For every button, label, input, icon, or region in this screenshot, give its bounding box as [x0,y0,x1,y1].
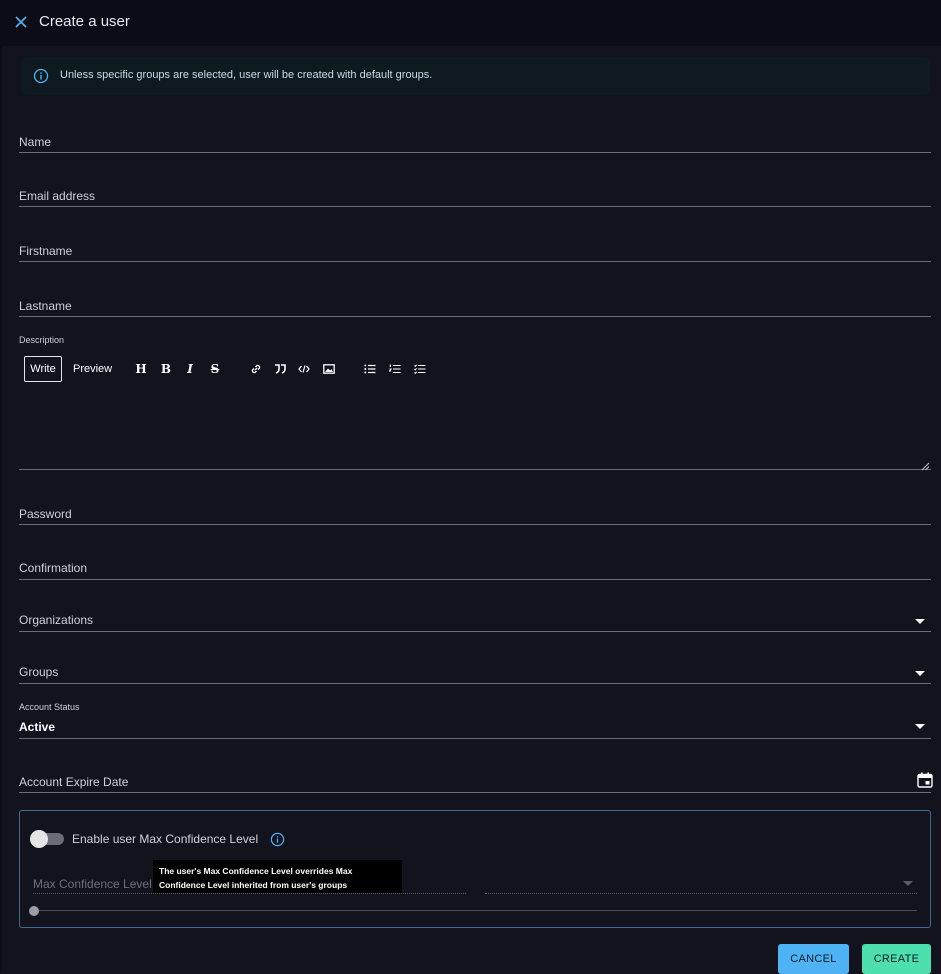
cancel-button[interactable]: CANCEL [778,944,849,974]
max-confidence-label: Max Confidence Level [33,877,152,891]
organizations-label: Organizations [19,613,94,627]
italic-icon[interactable]: I [183,362,197,376]
info-icon[interactable] [270,832,285,847]
max-confidence-slider[interactable] [33,910,917,911]
account-expire-date-field[interactable]: Account Expire Date [19,772,933,793]
editor-toolbar: Write Preview H B I S [24,356,444,382]
max-confidence-select[interactable] [485,893,917,894]
slider-thumb[interactable] [29,906,39,916]
groups-label: Groups [19,665,59,679]
organizations-select[interactable]: Organizations [19,610,931,632]
left-edge [0,46,2,972]
account-expire-date-label: Account Expire Date [19,775,129,789]
description-label: Description [19,335,65,345]
max-confidence-toggle[interactable] [30,830,64,848]
max-confidence-tooltip: The user's Max Confidence Level override… [153,860,402,893]
info-icon [33,68,49,84]
lastname-label: Lastname [19,299,72,313]
preview-tab[interactable]: Preview [73,363,112,375]
bulleted-list-icon[interactable] [363,362,377,376]
confirmation-label: Confirmation [19,561,88,575]
bold-icon[interactable]: B [159,362,173,376]
max-confidence-panel: Enable user Max Confidence Level Max Con… [19,810,931,928]
toggle-thumb[interactable] [30,830,48,848]
numbered-list-icon[interactable] [388,362,402,376]
resize-handle-icon[interactable] [921,458,930,471]
heading-icon[interactable]: H [134,362,148,376]
account-status-select[interactable]: Active [19,716,931,739]
calendar-icon[interactable] [917,772,933,788]
email-field[interactable]: Email address [19,186,931,207]
password-label: Password [19,507,72,521]
write-tab[interactable]: Write [24,356,62,382]
link-icon[interactable] [249,362,263,376]
chevron-down-icon[interactable] [915,619,925,624]
name-field[interactable]: Name [19,132,931,153]
confirmation-field[interactable]: Confirmation [19,558,931,580]
lastname-field[interactable]: Lastname [19,296,931,317]
create-button[interactable]: CREATE [862,944,931,974]
quote-icon[interactable] [273,362,287,376]
code-icon[interactable] [297,362,311,376]
image-icon[interactable] [322,362,336,376]
name-label: Name [19,135,52,149]
chevron-down-icon[interactable] [915,671,925,676]
close-icon[interactable] [12,13,30,31]
max-confidence-input[interactable] [33,893,466,894]
firstname-field[interactable]: Firstname [19,241,931,262]
chevron-down-icon[interactable] [915,724,925,729]
dialog-header: Create a user [0,0,941,46]
firstname-label: Firstname [19,244,73,258]
page-title: Create a user [39,13,130,30]
strikethrough-icon[interactable]: S [208,362,222,376]
password-field[interactable]: Password [19,504,931,525]
account-status-value: Active [19,720,56,734]
groups-select[interactable]: Groups [19,662,931,684]
chevron-down-icon[interactable] [903,881,913,886]
max-confidence-toggle-label: Enable user Max Confidence Level [72,832,259,846]
description-textarea[interactable] [19,388,931,471]
alert-text: Unless specific groups are selected, use… [60,69,433,81]
email-label: Email address [19,189,96,203]
account-status-label: Account Status [19,702,80,712]
checklist-icon[interactable] [413,362,427,376]
info-alert: Unless specific groups are selected, use… [21,57,930,95]
